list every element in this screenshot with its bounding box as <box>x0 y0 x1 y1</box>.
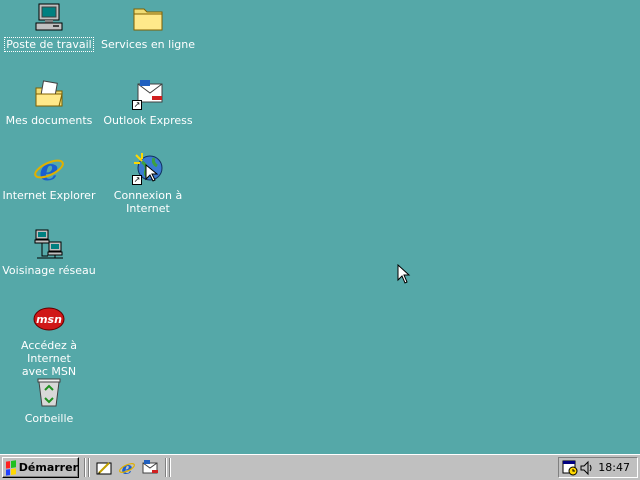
desktop-icon-label: Internet Explorer <box>2 189 96 202</box>
windows-logo-icon <box>6 459 16 476</box>
desktop-icon-msn[interactable]: msn Accédez à Internet avec MSN <box>1 303 97 378</box>
shortcut-arrow-icon: ↗ <box>132 175 142 185</box>
start-button[interactable]: Démarrer <box>2 457 79 478</box>
outlook-express-icon: ↗ <box>132 78 164 110</box>
scheduler-icon[interactable] <box>562 460 578 476</box>
taskbar-separator <box>169 458 171 477</box>
volume-icon[interactable] <box>579 460 595 476</box>
desktop-icon-recycle-bin[interactable]: Corbeille <box>1 376 97 425</box>
taskbar-separator <box>84 458 86 477</box>
desktop-icon-label: Outlook Express <box>103 114 193 127</box>
connect-internet-icon: ↗ <box>132 153 164 185</box>
my-computer-icon <box>33 2 65 34</box>
shortcut-arrow-icon: ↗ <box>132 100 142 110</box>
desktop-icon-connect-internet[interactable]: ↗ Connexion à Internet <box>100 153 196 215</box>
desktop-icon-my-computer[interactable]: Poste de travail <box>1 2 97 52</box>
outlook-express-icon[interactable] <box>141 459 159 477</box>
msn-icon: msn <box>33 303 65 335</box>
svg-text:msn: msn <box>36 313 62 326</box>
clock[interactable]: 18:47 <box>598 461 630 474</box>
desktop-icon-label: Mes documents <box>5 114 93 127</box>
desktop-icon-outlook-express[interactable]: ↗ Outlook Express <box>100 78 196 127</box>
desktop: Poste de travail Services en ligne Mes d… <box>0 0 640 454</box>
internet-explorer-icon: e <box>33 153 65 188</box>
desktop-icon-label: Corbeille <box>24 412 74 425</box>
mouse-cursor-icon <box>397 264 411 284</box>
recycle-bin-icon <box>33 376 65 408</box>
taskbar-separator <box>88 458 90 477</box>
desktop-icon-label: Poste de travail <box>4 37 94 52</box>
taskbar: Démarrer e 18:47 <box>0 454 640 480</box>
svg-text:e: e <box>122 459 133 477</box>
folder-icon <box>132 2 164 34</box>
taskbar-separator <box>165 458 167 477</box>
desktop-icon-label: Services en ligne <box>101 38 195 51</box>
desktop-icon-label: Voisinage réseau <box>2 264 96 277</box>
svg-text:e: e <box>39 153 58 185</box>
my-documents-icon <box>33 78 65 110</box>
system-tray: 18:47 <box>558 457 638 478</box>
desktop-icon-internet-explorer[interactable]: e Internet Explorer <box>1 153 97 202</box>
desktop-icon-label: Connexion à Internet <box>113 189 183 215</box>
desktop-icon-network-neighborhood[interactable]: Voisinage réseau <box>1 228 97 277</box>
desktop-icon-online-services[interactable]: Services en ligne <box>100 2 196 51</box>
desktop-icon-my-documents[interactable]: Mes documents <box>1 78 97 127</box>
start-button-label: Démarrer <box>18 461 78 474</box>
internet-explorer-icon[interactable]: e <box>118 459 136 477</box>
desktop-icon-label: Accédez à Internet avec MSN <box>21 339 77 378</box>
show-desktop-icon[interactable] <box>95 459 113 477</box>
network-neighborhood-icon <box>33 228 65 260</box>
